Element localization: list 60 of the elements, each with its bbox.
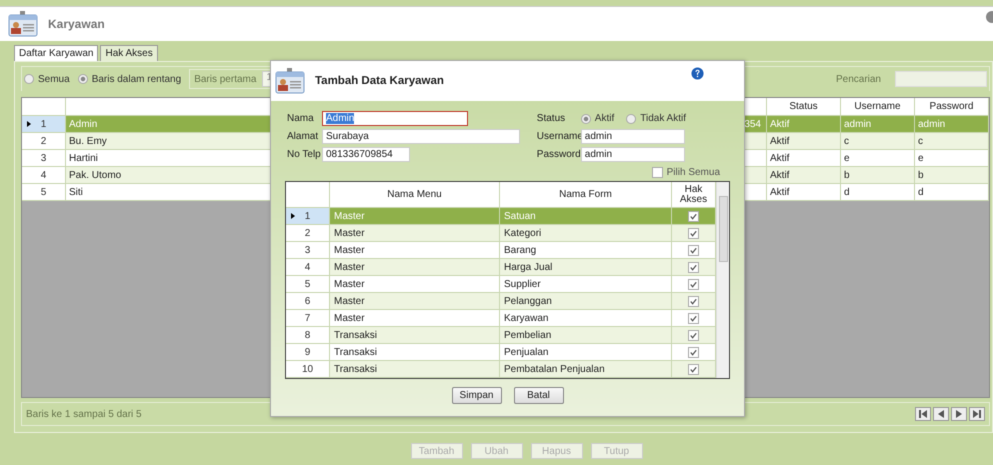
field-label: Alamat <box>287 131 320 142</box>
radio-label: Semua <box>38 74 70 84</box>
table-cell: Transaksi <box>330 344 500 360</box>
table-cell: Aktif <box>767 116 841 132</box>
table-cell: Aktif <box>767 133 841 149</box>
table-cell: Aktif <box>767 150 841 166</box>
dialog-title: Tambah Data Karyawan <box>315 75 444 87</box>
table-cell: Master <box>330 310 500 326</box>
field-label: No Telp <box>287 149 322 160</box>
row-number: 4 <box>22 167 66 183</box>
table-cell: d <box>915 184 989 200</box>
table-cell: Satuan <box>500 208 672 224</box>
table-cell: c <box>915 133 989 149</box>
row-number: 1 <box>286 208 330 224</box>
radio-label: Aktif <box>594 113 614 124</box>
table-cell: Penjualan <box>500 344 672 360</box>
table-cell: Kategori <box>500 225 672 241</box>
first-row-label: Baris pertama <box>194 74 256 84</box>
table-cell: Master <box>330 208 500 224</box>
table-cell: b <box>841 167 915 183</box>
window-title: Karyawan <box>48 17 105 31</box>
search-label: Pencarian <box>836 74 881 84</box>
table-cell: Master <box>330 259 500 275</box>
radio-label: Baris dalam rentang <box>92 74 182 84</box>
row-number: 2 <box>286 225 330 241</box>
table-cell: Master <box>330 225 500 241</box>
table-cell: 354 <box>744 118 761 130</box>
radio-label: Tidak Aktif <box>640 113 686 124</box>
table-cell: b <box>915 167 989 183</box>
table-cell: Master <box>330 293 500 309</box>
table-cell: Master <box>330 276 500 292</box>
table-cell: Harga Jual <box>500 259 672 275</box>
table-cell: Supplier <box>500 276 672 292</box>
row-number: 4 <box>286 259 330 275</box>
table-cell: c <box>841 133 915 149</box>
table-cell: Pembelian <box>500 327 672 343</box>
table-cell: e <box>915 150 989 166</box>
table-cell: Master <box>330 242 500 258</box>
table-cell: admin <box>915 116 989 132</box>
table-cell: Aktif <box>767 184 841 200</box>
table-cell: Transaksi <box>330 327 500 343</box>
record-status: Baris ke 1 sampai 5 dari 5 <box>26 408 142 420</box>
table-cell: admin <box>841 116 915 132</box>
field-label: Password <box>536 149 581 160</box>
field-label: Status <box>536 113 566 124</box>
table-cell: Aktif <box>767 167 841 183</box>
table-cell: Barang <box>500 242 672 258</box>
field-label: Username <box>536 131 581 142</box>
row-number: 10 <box>286 361 330 377</box>
row-number: 2 <box>22 133 66 149</box>
row-number: 1 <box>22 116 66 132</box>
table-cell: d <box>841 184 915 200</box>
table-cell: Pelanggan <box>500 293 672 309</box>
row-number: 6 <box>286 293 330 309</box>
row-number: 8 <box>286 327 330 343</box>
table-cell: Karyawan <box>500 310 672 326</box>
table-cell: Pembatalan Penjualan <box>500 361 672 377</box>
table-cell: Transaksi <box>330 361 500 377</box>
checkbox-label: Pilih Semua <box>666 167 720 178</box>
table-cell: e <box>841 150 915 166</box>
